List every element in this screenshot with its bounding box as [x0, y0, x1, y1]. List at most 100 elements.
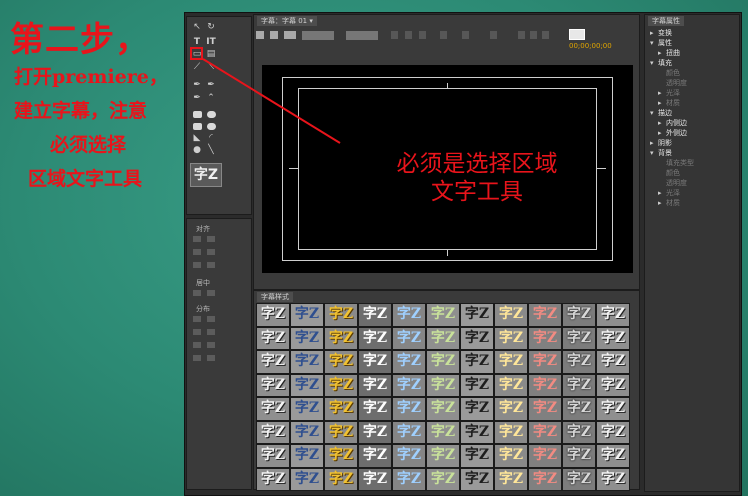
property-row[interactable]: 透明度	[658, 78, 687, 88]
style-swatch[interactable]: 字Z	[426, 303, 460, 327]
property-row[interactable]: 颜色	[658, 168, 680, 178]
expand-arrow-icon[interactable]: ▸	[658, 99, 666, 107]
expand-arrow-icon[interactable]: ▸	[658, 129, 666, 137]
style-swatch[interactable]: 字Z	[494, 350, 528, 374]
style-swatch[interactable]: 字Z	[494, 444, 528, 468]
style-swatch[interactable]: 字Z	[494, 303, 528, 327]
property-row[interactable]: ▾ 描边	[650, 108, 672, 118]
style-swatch[interactable]: 字Z	[562, 303, 596, 327]
expand-arrow-icon[interactable]: ▸	[658, 89, 666, 97]
style-swatch[interactable]: 字Z	[290, 444, 324, 468]
style-swatch[interactable]: 字Z	[256, 373, 290, 397]
style-swatch[interactable]: 字Z	[528, 444, 562, 468]
style-swatch[interactable]: 字Z	[562, 326, 596, 350]
style-swatch[interactable]: 字Z	[358, 467, 392, 491]
style-swatch[interactable]: 字Z	[528, 326, 562, 350]
style-swatch[interactable]: 字Z	[596, 326, 630, 350]
style-swatch[interactable]: 字Z	[324, 397, 358, 421]
style-swatch[interactable]: 字Z	[256, 467, 290, 491]
style-swatch[interactable]: 字Z	[426, 467, 460, 491]
property-row[interactable]: ▸ 变换	[650, 28, 672, 38]
style-swatch[interactable]: 字Z	[290, 373, 324, 397]
style-swatch[interactable]: 字Z	[460, 303, 494, 327]
style-swatch[interactable]: 字Z	[494, 420, 528, 444]
style-swatch[interactable]: 字Z	[460, 467, 494, 491]
style-swatch[interactable]: 字Z	[256, 444, 290, 468]
style-swatch[interactable]: 字Z	[596, 444, 630, 468]
style-swatch[interactable]: 字Z	[596, 350, 630, 374]
style-swatch[interactable]: 字Z	[324, 444, 358, 468]
expand-arrow-icon[interactable]: ▸	[650, 139, 658, 147]
style-swatch[interactable]: 字Z	[562, 350, 596, 374]
style-swatch[interactable]: 字Z	[358, 350, 392, 374]
style-swatch[interactable]: 字Z	[392, 326, 426, 350]
expand-arrow-icon[interactable]: ▾	[650, 109, 658, 117]
style-swatch[interactable]: 字Z	[256, 420, 290, 444]
style-swatch[interactable]: 字Z	[426, 444, 460, 468]
expand-arrow-icon[interactable]: ▾	[650, 59, 658, 67]
property-row[interactable]: ▸ 内侧边	[658, 118, 687, 128]
style-swatch[interactable]: 字Z	[290, 420, 324, 444]
property-row[interactable]: ▸ 扭曲	[658, 48, 680, 58]
property-row[interactable]: ▾ 背景	[650, 148, 672, 158]
style-swatch[interactable]: 字Z	[528, 303, 562, 327]
style-swatch[interactable]: 字Z	[528, 467, 562, 491]
style-swatch[interactable]: 字Z	[392, 303, 426, 327]
style-swatch[interactable]: 字Z	[392, 373, 426, 397]
property-row[interactable]: 颜色	[658, 68, 680, 78]
expand-arrow-icon[interactable]: ▸	[658, 49, 666, 57]
property-row[interactable]: ▸ 光泽	[658, 88, 680, 98]
style-swatch[interactable]: 字Z	[358, 444, 392, 468]
style-swatch[interactable]: 字Z	[562, 397, 596, 421]
property-row[interactable]: ▾ 属性	[650, 38, 672, 48]
style-swatch[interactable]: 字Z	[460, 326, 494, 350]
expand-arrow-icon[interactable]: ▸	[658, 199, 666, 207]
style-swatch[interactable]: 字Z	[494, 373, 528, 397]
tab-title-properties[interactable]: 字幕属性	[648, 16, 684, 26]
style-swatch[interactable]: 字Z	[528, 397, 562, 421]
style-swatch[interactable]: 字Z	[460, 350, 494, 374]
expand-arrow-icon[interactable]: ▾	[650, 149, 658, 157]
style-swatch[interactable]: 字Z	[392, 467, 426, 491]
style-swatch[interactable]: 字Z	[494, 397, 528, 421]
expand-arrow-icon[interactable]: ▾	[650, 39, 658, 47]
style-swatch[interactable]: 字Z	[528, 350, 562, 374]
tab-title-styles[interactable]: 字幕样式	[257, 292, 293, 302]
style-swatch[interactable]: 字Z	[426, 420, 460, 444]
style-swatch[interactable]: 字Z	[290, 397, 324, 421]
style-swatch[interactable]: 字Z	[562, 373, 596, 397]
style-swatch[interactable]: 字Z	[358, 397, 392, 421]
expand-arrow-icon[interactable]: ▸	[650, 29, 658, 37]
style-swatch[interactable]: 字Z	[324, 326, 358, 350]
style-swatch[interactable]: 字Z	[392, 350, 426, 374]
property-row[interactable]: ▸ 材质	[658, 98, 680, 108]
style-swatch[interactable]: 字Z	[494, 326, 528, 350]
style-swatch[interactable]: 字Z	[358, 303, 392, 327]
style-swatch[interactable]: 字Z	[256, 350, 290, 374]
style-swatch[interactable]: 字Z	[596, 373, 630, 397]
style-swatch[interactable]: 字Z	[324, 303, 358, 327]
expand-arrow-icon[interactable]: ▸	[658, 189, 666, 197]
style-swatch[interactable]: 字Z	[460, 420, 494, 444]
style-swatch[interactable]: 字Z	[426, 397, 460, 421]
style-swatch[interactable]: 字Z	[596, 467, 630, 491]
style-swatch[interactable]: 字Z	[256, 303, 290, 327]
property-row[interactable]: 透明度	[658, 178, 687, 188]
style-swatch[interactable]: 字Z	[324, 467, 358, 491]
property-row[interactable]: ▸ 阴影	[650, 138, 672, 148]
style-swatch[interactable]: 字Z	[324, 420, 358, 444]
style-swatch[interactable]: 字Z	[290, 467, 324, 491]
expand-arrow-icon[interactable]: ▸	[658, 119, 666, 127]
property-row[interactable]: ▸ 材质	[658, 198, 680, 208]
style-swatch[interactable]: 字Z	[426, 326, 460, 350]
property-row[interactable]: ▸ 光泽	[658, 188, 680, 198]
property-row[interactable]: 填充类型	[658, 158, 694, 168]
style-swatch[interactable]: 字Z	[290, 350, 324, 374]
property-row[interactable]: ▾ 填充	[650, 58, 672, 68]
style-swatch[interactable]: 字Z	[596, 397, 630, 421]
style-swatch[interactable]: 字Z	[562, 420, 596, 444]
style-swatch[interactable]: 字Z	[460, 397, 494, 421]
style-swatch[interactable]: 字Z	[596, 303, 630, 327]
style-swatch[interactable]: 字Z	[596, 420, 630, 444]
style-swatch[interactable]: 字Z	[426, 350, 460, 374]
